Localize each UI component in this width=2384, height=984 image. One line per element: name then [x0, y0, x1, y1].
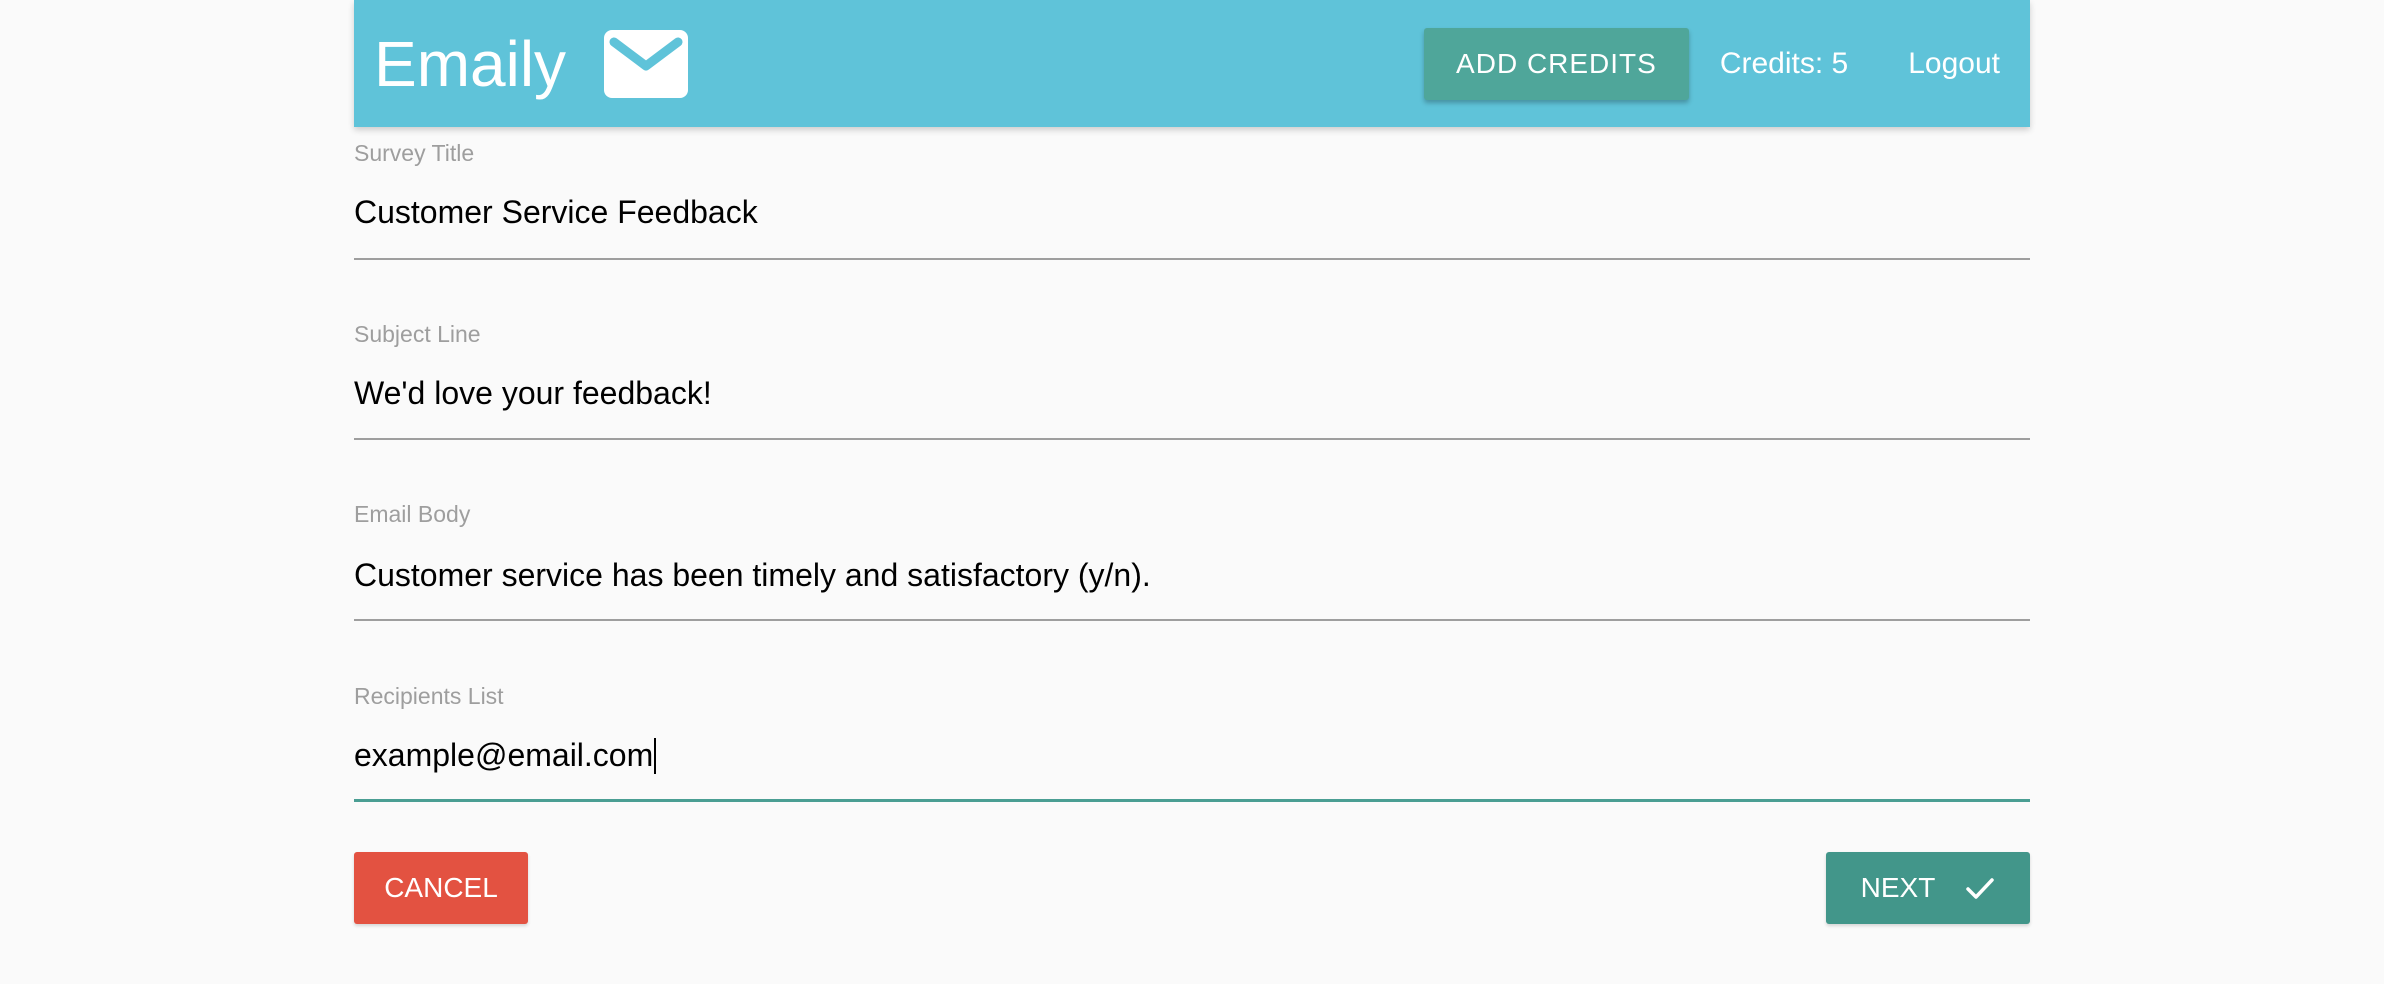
text-caret	[654, 737, 657, 774]
brand-name: Emaily	[374, 27, 567, 100]
recipients-list-input[interactable]: example@email.com	[354, 737, 657, 774]
subject-line-underline	[354, 438, 2030, 440]
survey-title-underline	[354, 258, 2030, 260]
next-button[interactable]: NEXT	[1826, 852, 2030, 924]
logout-link[interactable]: Logout	[1908, 47, 2000, 81]
nav-right-group: ADD CREDITS Credits: 5 Logout	[1424, 27, 2000, 100]
recipients-list-underline	[354, 799, 2030, 802]
top-navbar: Emaily ADD CREDITS Credits: 5 Logout	[354, 0, 2030, 127]
survey-title-input[interactable]: Customer Service Feedback	[354, 194, 758, 231]
recipients-list-label: Recipients List	[354, 683, 504, 709]
page-container: Emaily ADD CREDITS Credits: 5 Logout Sur…	[354, 0, 2030, 924]
check-icon	[1965, 876, 1995, 900]
email-body-label: Email Body	[354, 501, 471, 527]
recipients-list-value: example@email.com	[354, 737, 654, 773]
survey-title-label: Survey Title	[354, 140, 475, 166]
next-button-label: NEXT	[1860, 872, 1936, 903]
cancel-button[interactable]: CANCEL	[354, 852, 528, 924]
credits-count: Credits: 5	[1719, 46, 1849, 80]
subject-line-input[interactable]: We'd love your feedback!	[354, 375, 712, 412]
mail-icon	[604, 29, 689, 98]
email-body-input[interactable]: Customer service has been timely and sat…	[354, 557, 1151, 594]
cancel-button-label: CANCEL	[384, 872, 498, 903]
email-body-underline	[354, 619, 2030, 621]
subject-line-label: Subject Line	[354, 321, 481, 347]
add-credits-button[interactable]: ADD CREDITS	[1424, 27, 1689, 100]
brand-link[interactable]: Emaily	[374, 27, 689, 100]
